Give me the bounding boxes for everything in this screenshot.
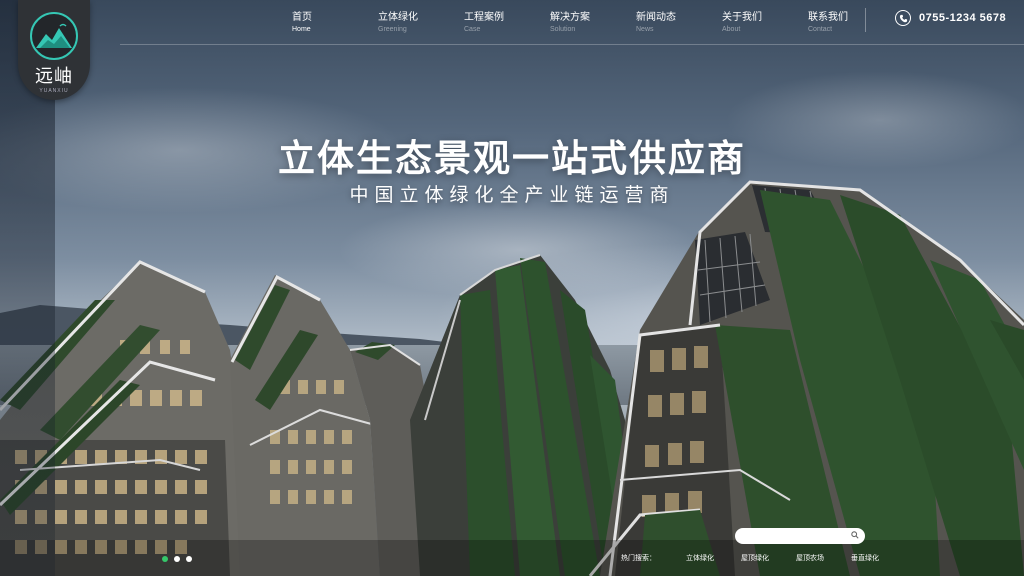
nav-item-case[interactable]: 工程案例 Case	[442, 8, 528, 33]
nav-label: 首页	[292, 12, 312, 23]
nav-label: 立体绿化	[378, 12, 418, 23]
nav-label-en: Contact	[808, 26, 833, 33]
nav-item-about[interactable]: 关于我们 About	[700, 8, 786, 33]
phone-icon	[895, 10, 911, 26]
logo-subtitle: YUANXIU	[39, 88, 69, 94]
hot-search-item[interactable]: 立体绿化	[686, 553, 714, 563]
nav-label: 联系我们	[808, 12, 848, 23]
phone-contact[interactable]: 0755-1234 5678	[895, 10, 1006, 26]
nav-label-en: Case	[464, 26, 481, 33]
header-underline	[120, 44, 1024, 45]
hot-search-label: 热门搜索：	[621, 554, 656, 562]
nav-label-en: News	[636, 26, 654, 33]
hero-background	[0, 0, 1024, 576]
main-navigation: 首页 Home 立体绿化 Greening 工程案例 Case 解决方案 Sol…	[270, 8, 872, 33]
mid-left-building	[230, 274, 430, 576]
logo-name: 远岫	[35, 66, 73, 87]
right-building	[588, 180, 1024, 576]
site-logo[interactable]: 远岫 YUANXIU	[18, 0, 90, 100]
nav-item-news[interactable]: 新闻动态 News	[614, 8, 700, 33]
nav-label-en: Home	[292, 26, 311, 33]
phone-number: 0755-1234 5678	[919, 12, 1007, 24]
nav-label: 解决方案	[550, 12, 590, 23]
hero-title: 立体生态景观一站式供应商	[278, 137, 746, 180]
hot-search-item[interactable]: 屋顶农场	[796, 553, 824, 563]
nav-item-greening[interactable]: 立体绿化 Greening	[356, 8, 442, 33]
center-building	[410, 254, 640, 576]
nav-label: 工程案例	[464, 12, 504, 23]
slider-dot[interactable]	[174, 556, 180, 562]
slider-dots	[162, 556, 198, 562]
nav-label-en: Greening	[378, 26, 407, 33]
nav-item-contact[interactable]: 联系我们 Contact	[786, 8, 872, 33]
slider-dot[interactable]	[186, 556, 192, 562]
slider-dot[interactable]	[162, 556, 168, 562]
hero-subtitle: 中国立体绿化全产业链运营商	[349, 184, 675, 206]
buildings-illustration	[0, 180, 1024, 576]
search-icon[interactable]	[851, 531, 859, 539]
search-input[interactable]	[735, 528, 865, 544]
nav-label-en: Solution	[550, 26, 576, 33]
nav-label: 新闻动态	[636, 12, 676, 23]
nav-divider	[865, 8, 866, 32]
hot-search-item[interactable]: 屋顶绿化	[741, 553, 769, 563]
logo-mountain-icon	[30, 12, 78, 60]
hot-search-bar: 热门搜索： 立体绿化 屋顶绿化 屋顶农场 垂直绿化	[621, 553, 906, 563]
nav-label-en: About	[722, 26, 741, 33]
nav-item-solution[interactable]: 解决方案 Solution	[528, 8, 614, 33]
nav-label: 关于我们	[722, 12, 762, 23]
nav-item-home[interactable]: 首页 Home	[270, 8, 356, 33]
hot-search-item[interactable]: 垂直绿化	[851, 553, 879, 563]
